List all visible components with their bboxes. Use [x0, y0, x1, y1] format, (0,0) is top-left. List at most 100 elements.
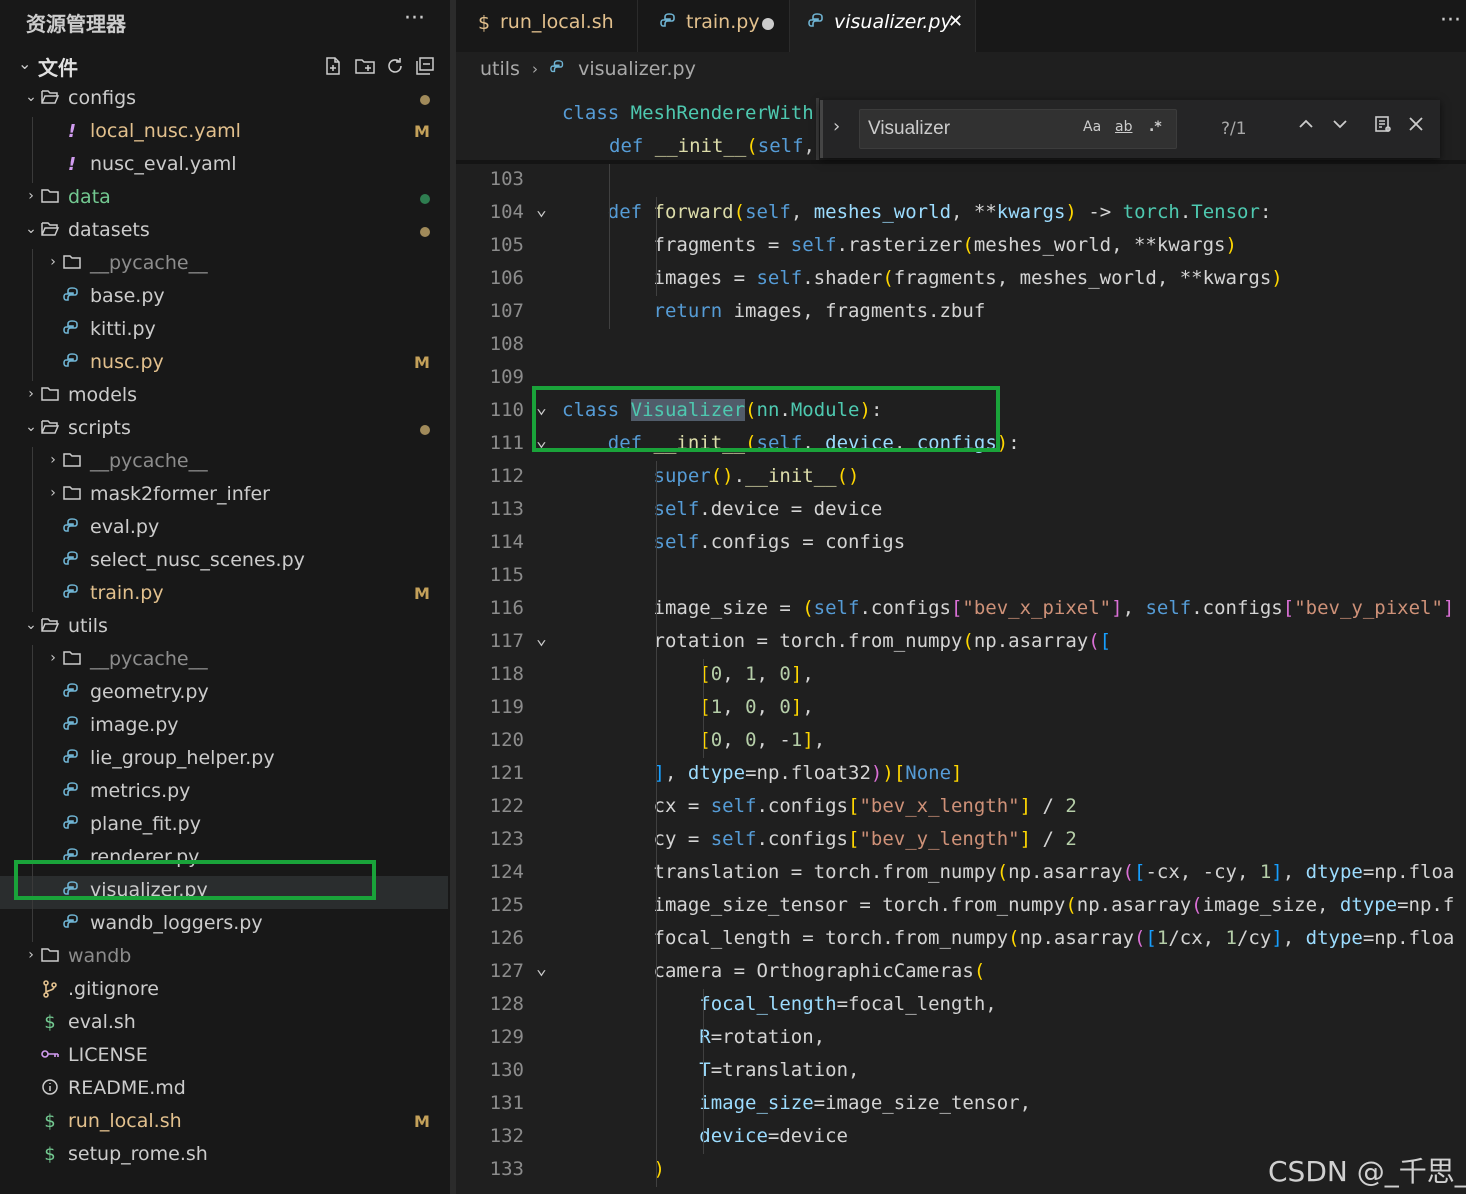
- close-tab-icon[interactable]: ✕: [948, 11, 963, 32]
- chevron-right-icon[interactable]: ›: [24, 188, 38, 204]
- code-line[interactable]: 105 fragments = self.rasterizer(meshes_w…: [456, 230, 1466, 263]
- tree-item[interactable]: nusc.py M: [0, 348, 448, 381]
- fold-chevron-icon[interactable]: ⌄: [536, 958, 547, 979]
- explorer-title: 资源管理器: [26, 12, 126, 36]
- fold-chevron-icon[interactable]: ⌄: [536, 628, 547, 649]
- code-line[interactable]: 116 image_size = (self.configs["bev_x_pi…: [456, 593, 1466, 626]
- tree-item[interactable]: kitti.py: [0, 315, 448, 348]
- code-line[interactable]: 123 cy = self.configs["bev_y_length"] / …: [456, 824, 1466, 857]
- tree-item[interactable]: › wandb: [0, 942, 448, 975]
- tree-item[interactable]: $ setup_rome.sh: [0, 1140, 448, 1173]
- code-line[interactable]: 106 images = self.shader(fragments, mesh…: [456, 263, 1466, 296]
- code-line[interactable]: 118 [0, 1, 0],: [456, 659, 1466, 692]
- code-line[interactable]: 131 image_size=image_size_tensor,: [456, 1088, 1466, 1121]
- tree-item[interactable]: lie_group_helper.py: [0, 744, 448, 777]
- tree-item[interactable]: image.py: [0, 711, 448, 744]
- code-line[interactable]: 113 self.device = device: [456, 494, 1466, 527]
- tree-item[interactable]: geometry.py: [0, 678, 448, 711]
- code-line[interactable]: 114 self.configs = configs: [456, 527, 1466, 560]
- tree-item[interactable]: wandb_loggers.py: [0, 909, 448, 942]
- tree-item[interactable]: ! nusc_eval.yaml: [0, 150, 448, 183]
- tree-item[interactable]: base.py: [0, 282, 448, 315]
- tree-item[interactable]: › data: [0, 183, 448, 216]
- chevron-right-icon[interactable]: ›: [46, 650, 60, 666]
- tree-item[interactable]: ⌄ datasets: [0, 216, 448, 249]
- refresh-icon[interactable]: [384, 56, 406, 78]
- tree-item[interactable]: $ run_local.sh M: [0, 1107, 448, 1140]
- code-line[interactable]: 124 translation = torch.from_numpy(np.as…: [456, 857, 1466, 890]
- line-number: 132: [489, 1125, 524, 1147]
- breadcrumb-folder[interactable]: utils: [480, 58, 520, 80]
- tree-item[interactable]: plane_fit.py: [0, 810, 448, 843]
- new-file-icon[interactable]: [322, 56, 344, 78]
- code-line[interactable]: 117 ⌄ rotation = torch.from_numpy(np.asar…: [456, 626, 1466, 659]
- toggle-replace-chevron-icon[interactable]: ›: [833, 116, 840, 137]
- files-section-header[interactable]: ⌄ 文件: [16, 52, 446, 82]
- code-line[interactable]: 125 image_size_tensor = torch.from_numpy…: [456, 890, 1466, 923]
- tree-item[interactable]: README.md: [0, 1074, 448, 1107]
- code-line[interactable]: 108: [456, 329, 1466, 362]
- tree-item[interactable]: .gitignore: [0, 975, 448, 1008]
- code-line[interactable]: 104 ⌄ def forward(self, meshes_world, **k…: [456, 197, 1466, 230]
- code-line[interactable]: 107 return images, fragments.zbuf: [456, 296, 1466, 329]
- code-line[interactable]: 119 [1, 0, 0],: [456, 692, 1466, 725]
- tree-item[interactable]: train.py M: [0, 579, 448, 612]
- indent-guide: [32, 777, 33, 810]
- new-folder-icon[interactable]: [354, 56, 376, 78]
- chevron-down-icon[interactable]: ⌄: [24, 419, 38, 435]
- fold-chevron-icon[interactable]: ⌄: [536, 199, 547, 220]
- tree-item[interactable]: › __pycache__: [0, 645, 448, 678]
- tab-train-py[interactable]: train.py: [638, 0, 790, 52]
- close-find-icon[interactable]: [1407, 114, 1425, 138]
- editor-more-actions-icon[interactable]: ···: [1440, 8, 1461, 33]
- tab-run-local-sh[interactable]: $ run_local.sh: [456, 0, 638, 52]
- code-line[interactable]: 103: [456, 164, 1466, 197]
- code-line[interactable]: 127 ⌄ camera = OrthographicCameras(: [456, 956, 1466, 989]
- tree-item[interactable]: › __pycache__: [0, 249, 448, 282]
- code-line[interactable]: 112 super().__init__(): [456, 461, 1466, 494]
- chevron-right-icon[interactable]: ›: [24, 386, 38, 402]
- tree-item[interactable]: ! local_nusc.yaml M: [0, 117, 448, 150]
- next-match-icon[interactable]: [1331, 114, 1349, 138]
- code-line[interactable]: 130 T=translation,: [456, 1055, 1466, 1088]
- code-line[interactable]: 121 ], dtype=np.float32))[None]: [456, 758, 1466, 791]
- previous-match-icon[interactable]: [1297, 114, 1315, 138]
- tree-item-label: metrics.py: [90, 780, 191, 802]
- python-file-icon: [550, 58, 566, 80]
- unsaved-dot-icon[interactable]: [762, 18, 774, 30]
- chevron-down-icon[interactable]: ⌄: [24, 617, 38, 633]
- tree-item[interactable]: select_nusc_scenes.py: [0, 546, 448, 579]
- collapse-all-icon[interactable]: [414, 56, 436, 78]
- code-line[interactable]: 126 focal_length = torch.from_numpy(np.a…: [456, 923, 1466, 956]
- match-whole-word-icon[interactable]: ab: [1115, 119, 1132, 135]
- code-text: [0, 0, -1],: [699, 729, 826, 751]
- tree-item[interactable]: ⌄ configs: [0, 84, 448, 117]
- tree-item[interactable]: ⌄ scripts: [0, 414, 448, 447]
- tree-item[interactable]: metrics.py: [0, 777, 448, 810]
- chevron-down-icon[interactable]: ⌄: [24, 221, 38, 237]
- tree-item[interactable]: LICENSE: [0, 1041, 448, 1074]
- tree-item[interactable]: ⌄ utils: [0, 612, 448, 645]
- chevron-right-icon[interactable]: ›: [24, 947, 38, 963]
- code-line[interactable]: 115: [456, 560, 1466, 593]
- chevron-right-icon[interactable]: ›: [46, 452, 60, 468]
- tab-visualizer-py[interactable]: visualizer.py ✕: [790, 0, 976, 52]
- find-in-selection-icon[interactable]: [1373, 114, 1393, 139]
- tree-item[interactable]: eval.py: [0, 513, 448, 546]
- code-line[interactable]: 129 R=rotation,: [456, 1022, 1466, 1055]
- chevron-right-icon[interactable]: ›: [46, 254, 60, 270]
- chevron-right-icon[interactable]: ›: [46, 485, 60, 501]
- code-line[interactable]: 122 cx = self.configs["bev_x_length"] / …: [456, 791, 1466, 824]
- explorer-more-icon[interactable]: ···: [404, 6, 425, 31]
- tree-item[interactable]: › models: [0, 381, 448, 414]
- use-regex-icon[interactable]: .*: [1149, 119, 1162, 135]
- code-line[interactable]: 120 [0, 0, -1],: [456, 725, 1466, 758]
- match-case-icon[interactable]: Aa: [1083, 119, 1101, 135]
- tree-item-label: base.py: [90, 285, 165, 307]
- breadcrumb-file[interactable]: visualizer.py: [578, 58, 696, 80]
- tree-item[interactable]: › mask2former_infer: [0, 480, 448, 513]
- chevron-down-icon[interactable]: ⌄: [24, 89, 38, 105]
- tree-item[interactable]: › __pycache__: [0, 447, 448, 480]
- code-line[interactable]: 128 focal_length=focal_length,: [456, 989, 1466, 1022]
- tree-item[interactable]: $ eval.sh: [0, 1008, 448, 1041]
